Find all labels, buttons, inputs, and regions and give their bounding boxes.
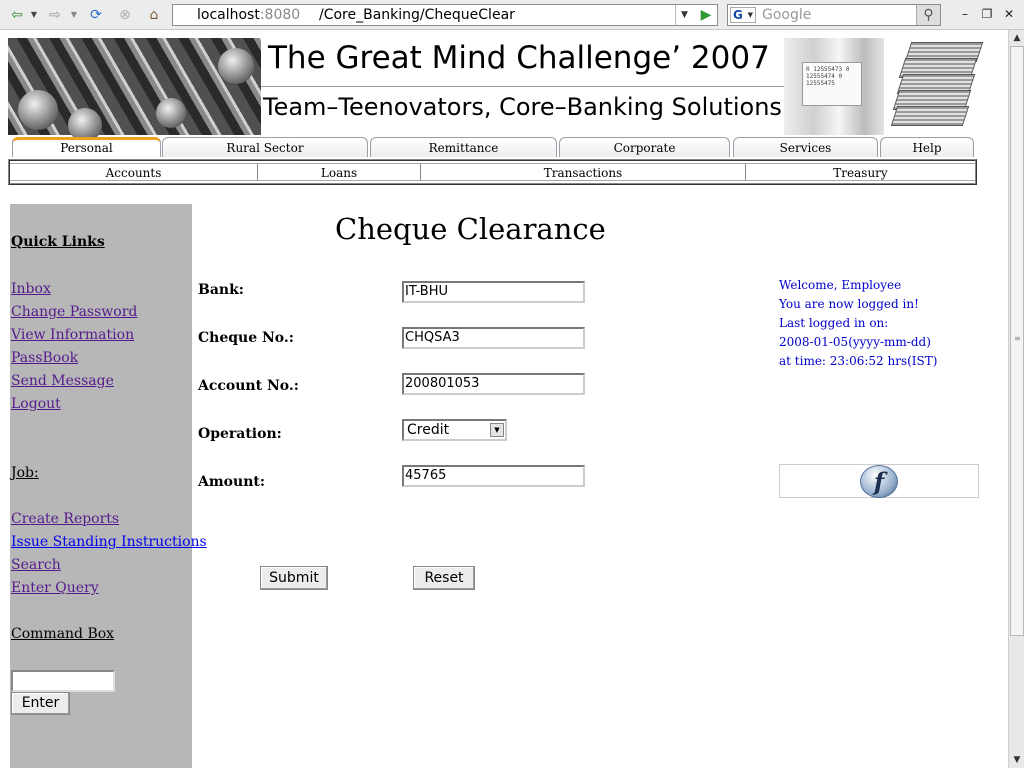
link-issue-standing-instructions[interactable]: Issue Standing Instructions [11,534,207,550]
flash-plugin-box[interactable]: f [779,464,979,498]
account-no-input[interactable]: 200801053 [402,373,585,395]
bank-input[interactable]: IT-BHU [402,281,585,303]
search-icon[interactable]: ⚲ [916,5,940,25]
link-send-message[interactable]: Send Message [11,373,114,389]
reset-button[interactable]: Reset [413,566,475,590]
last-login-time: at time: 23:06:52 hrs(IST) [779,354,938,368]
link-inbox[interactable]: Inbox [11,281,51,297]
back-icon[interactable]: ⇦ [6,5,28,25]
go-icon[interactable]: ▶ [695,5,717,25]
search-input-placeholder: Google [762,7,812,23]
link-passbook[interactable]: PassBook [11,350,78,366]
stop-icon[interactable]: ⊗ [114,5,136,25]
vertical-scrollbar[interactable]: ▲ ≡ ▼ [1008,30,1024,768]
link-search[interactable]: Search [11,557,61,573]
tab-rural-sector[interactable]: Rural Sector [162,137,368,157]
url-host: localhost:8080 [197,7,301,23]
account-no-label: Account No.: [198,378,299,394]
link-view-information[interactable]: View Information [11,327,134,343]
submenu-transactions[interactable]: Transactions [421,163,746,181]
cash-stack-image [886,38,988,135]
login-status-line: You are now logged in! [779,297,919,311]
link-create-reports[interactable]: Create Reports [11,511,119,527]
welcome-line: Welcome, Employee [779,278,902,292]
header-banner: The Great Mind Challenge’ 2007 Team–Teen… [8,38,988,142]
banner-subtitle: Team–Teenovators, Core–Banking Solutions [263,93,782,121]
forward-history-chevron-icon[interactable]: ▼ [69,5,79,25]
search-engine-icon[interactable]: G ▼ [730,7,756,23]
link-change-password[interactable]: Change Password [11,304,137,320]
scroll-up-icon[interactable]: ▲ [1009,30,1024,46]
address-bar[interactable]: localhost:8080 /Core_Banking/ChequeClear… [172,4,718,26]
cheque-no-input[interactable]: CHQSA3 [402,327,585,349]
operation-select[interactable]: Credit ▼ [402,419,507,441]
command-input[interactable] [11,670,115,692]
submit-button[interactable]: Submit [260,566,328,590]
main-nav-tabs: Personal Rural Sector Remittance Corpora… [12,137,974,157]
welcome-panel: Welcome, Employee You are now logged in!… [779,276,937,371]
submenu-accounts[interactable]: Accounts [10,163,258,181]
url-path: /Core_Banking/ChequeClear [319,7,515,23]
quick-links-heading: Quick Links [11,234,105,250]
operation-selected-value: Credit [407,422,450,438]
forward-icon[interactable]: ⇨ [44,5,66,25]
job-heading: Job: [11,465,39,481]
sidebar: Quick Links Inbox Change Password View I… [10,204,207,768]
amount-input[interactable]: 45765 [402,465,585,487]
cheque-no-label: Cheque No.: [198,330,294,346]
tab-help[interactable]: Help [880,137,974,157]
money-band-label: 0 12555473 0 12555474 0 12555475 [802,62,862,106]
submenu-loans[interactable]: Loans [258,163,421,181]
banner-title: The Great Mind Challenge’ 2007 [268,40,770,76]
tab-personal[interactable]: Personal [12,137,161,157]
scrollbar-thumb[interactable]: ≡ [1010,46,1024,636]
tab-services[interactable]: Services [733,137,878,157]
reload-icon[interactable]: ⟳ [85,5,107,25]
chevron-down-icon[interactable]: ▼ [490,423,504,437]
banner-divider [261,86,784,87]
submenu-treasury[interactable]: Treasury [746,163,975,181]
money-roll-image: 0 12555473 0 12555474 0 12555475 [784,38,884,135]
browser-toolbar: ⇦ ▼ ⇨ ▼ ⟳ ⊗ ⌂ localhost:8080 /Core_Banki… [0,0,1024,30]
close-icon[interactable]: ✕ [1001,6,1017,22]
enter-button[interactable]: Enter [11,692,70,715]
flash-plugin-icon[interactable]: f [860,465,898,498]
amount-label: Amount: [198,474,266,490]
sub-menu-bar: Accounts Loans Transactions Treasury [8,159,977,185]
maximize-icon[interactable]: ❐ [979,6,995,22]
link-enter-query[interactable]: Enter Query [11,580,99,596]
operation-label: Operation: [198,426,282,442]
link-logout[interactable]: Logout [11,396,61,412]
home-icon[interactable]: ⌂ [143,5,165,25]
scroll-down-icon[interactable]: ▼ [1009,752,1024,768]
page-title: Cheque Clearance [335,212,606,246]
scrollbar-grip-icon: ≡ [1014,334,1021,343]
last-login-label: Last logged in on: [779,316,889,330]
minimize-icon[interactable]: – [957,6,973,22]
last-login-date: 2008-01-05(yyyy-mm-dd) [779,335,931,349]
command-box-heading: Command Box [11,626,115,642]
silver-bars-image [8,38,261,142]
back-history-chevron-icon[interactable]: ▼ [29,5,39,25]
tab-remittance[interactable]: Remittance [370,137,557,157]
tab-corporate[interactable]: Corporate [559,137,730,157]
bank-label: Bank: [198,282,244,298]
search-bar[interactable]: G ▼ Google ⚲ [727,4,941,26]
url-history-dropdown-icon[interactable]: ▼ [675,5,693,25]
